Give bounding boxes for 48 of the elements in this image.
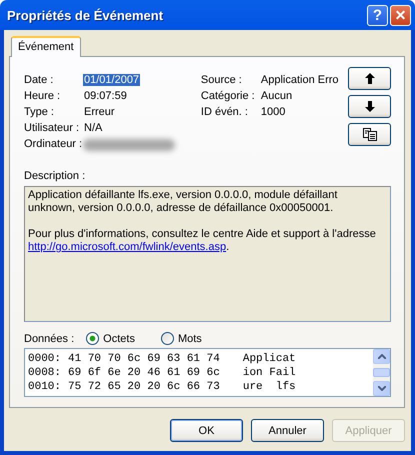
next-button[interactable] — [348, 95, 391, 118]
offset-text: 0000: — [28, 352, 62, 366]
field-value: N/A — [83, 122, 104, 134]
field-label: Utilisateur : — [24, 122, 80, 134]
data-label: Données : — [24, 332, 74, 344]
up-arrow-icon — [364, 73, 374, 84]
down-arrow-icon — [364, 101, 374, 112]
field-label: Heure : — [24, 90, 62, 102]
dialog-button[interactable]: Annuler — [251, 419, 324, 442]
field-value: Erreur — [83, 106, 116, 118]
ascii-text: ion Fail — [242, 366, 296, 380]
dialog-button[interactable]: OK — [170, 419, 243, 442]
help-text: Pour plus d'informations, consultez le centre Aide et support à l'adresse — [28, 228, 377, 241]
hex-text: 69 6f 6e 20 46 61 69 6c — [68, 366, 220, 380]
hex-text: 75 72 65 20 20 6c 66 73 — [68, 380, 220, 394]
tab[interactable]: Événement — [11, 36, 81, 57]
field-label: Date : — [24, 74, 54, 86]
offset-text: 0010: — [28, 380, 62, 394]
description-text: Application défaillante lfs.exe, version 0.0.0.0, module défaillant unknown, version 0.0.0.0, adresse de défaillance 0x00050001. — [28, 189, 338, 215]
scrollbar[interactable] — [373, 349, 390, 396]
radio-option[interactable]: Mots — [160, 332, 202, 345]
field-label: Type : — [24, 106, 55, 118]
scroll-thumb[interactable] — [373, 368, 390, 377]
field-value: Application Erro — [260, 74, 340, 86]
scroll-down-icon[interactable] — [373, 381, 390, 396]
hex-text: 41 70 70 6c 69 63 61 74 — [68, 352, 220, 366]
copy-icon — [362, 128, 376, 141]
close-button[interactable]: × — [390, 4, 411, 26]
field-value: 09:07:59 — [83, 90, 128, 102]
field-value: Aucun — [260, 90, 294, 102]
field-label: Source : — [200, 74, 243, 86]
help-link[interactable]: http://go.microsoft.com/fwlink/events.asp — [28, 241, 226, 254]
ascii-text: ure lfs — [242, 380, 296, 394]
help-button[interactable]: ? — [367, 4, 388, 26]
description-label: Description : — [24, 170, 86, 182]
offset-text: 0008: — [28, 366, 62, 380]
field-label: Catégorie : — [200, 90, 256, 102]
previous-button[interactable] — [348, 67, 391, 90]
copy-button[interactable] — [348, 123, 391, 146]
scroll-up-icon[interactable] — [373, 349, 390, 364]
field-label: ID évén. : — [200, 106, 249, 118]
field-value: 01/01/2007 — [83, 74, 140, 86]
field-value: 1000 — [260, 106, 286, 118]
ascii-text: Applicat — [242, 352, 296, 366]
window-title: Propriétés de Événement — [7, 8, 164, 22]
radio-option[interactable]: Octets — [86, 332, 135, 345]
field-label: Ordinateur : — [24, 138, 83, 151]
period-text: . — [226, 241, 230, 254]
